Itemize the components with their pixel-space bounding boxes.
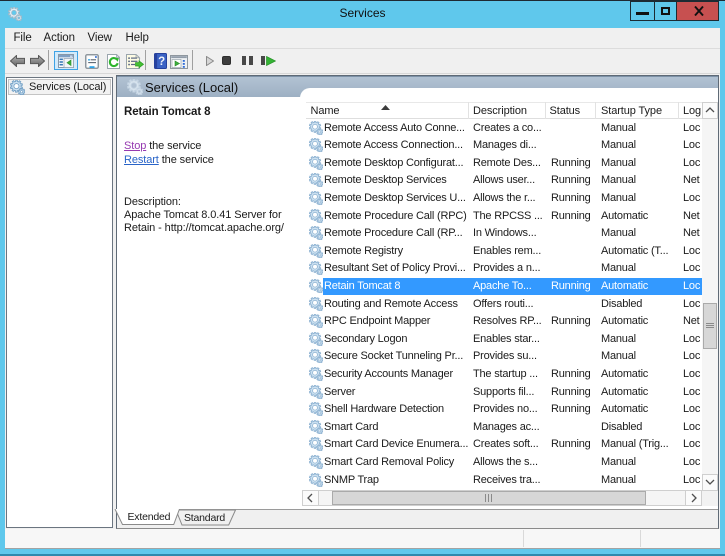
svg-text:?: ?	[158, 56, 165, 68]
